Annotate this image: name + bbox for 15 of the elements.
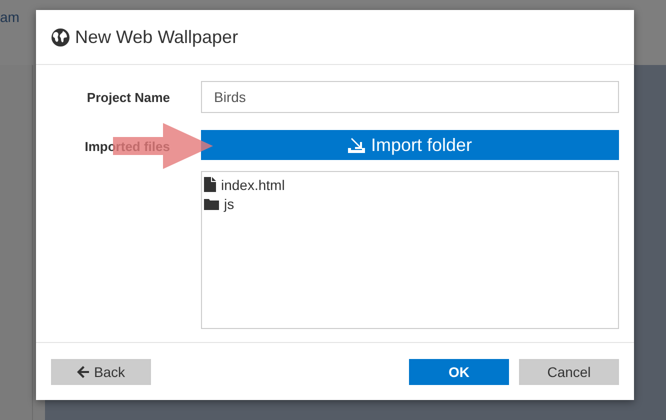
project-name-field[interactable]: Birds <box>201 81 619 113</box>
import-folder-button[interactable]: Import folder <box>201 130 619 160</box>
import-icon <box>348 137 365 153</box>
file-icon <box>204 177 216 192</box>
ok-button[interactable]: OK <box>409 358 509 384</box>
folder-icon <box>204 198 219 210</box>
field-label: Project Name <box>86 89 170 107</box>
background-text: am <box>0 9 20 25</box>
dialog-title: New Web Wallpaper <box>75 26 238 48</box>
arrow-left-icon <box>76 366 89 378</box>
file-name[interactable]: index.html <box>221 176 285 192</box>
folder-name[interactable]: js <box>224 196 234 212</box>
back-button[interactable]: Back <box>51 358 151 384</box>
cancel-button[interactable]: Cancel <box>519 358 619 384</box>
globe-icon <box>51 28 70 46</box>
